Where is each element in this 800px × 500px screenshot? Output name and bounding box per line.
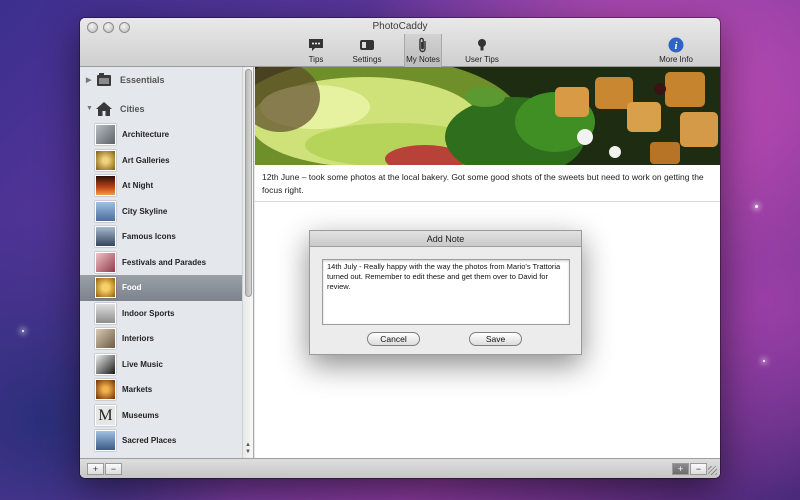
info-icon: i bbox=[668, 37, 684, 53]
interiors-thumbnail bbox=[95, 328, 116, 349]
famous-icons-thumbnail bbox=[95, 226, 116, 247]
add-note-dialog: Add Note 14th July - Really happy with t… bbox=[309, 230, 582, 355]
city-skyline-thumbnail bbox=[95, 200, 116, 222]
disclosure-triangle-collapsed-icon[interactable]: ▶ bbox=[86, 76, 91, 84]
sidebar-item-label: Live Music bbox=[122, 359, 163, 369]
toolbar-tips-label: Tips bbox=[308, 55, 324, 64]
sidebar-item-label: Markets bbox=[122, 385, 153, 394]
sidebar-item-label: Food bbox=[122, 283, 142, 292]
indoor-sports-thumbnail bbox=[95, 302, 116, 324]
title-bar: PhotoCaddy Tips Settings My Notes User T… bbox=[80, 18, 720, 67]
toolbar-my-notes-button[interactable]: My Notes bbox=[404, 34, 442, 67]
save-button[interactable]: Save bbox=[469, 332, 522, 346]
sidebar-item-at-night[interactable]: At Night bbox=[80, 173, 242, 199]
resize-grip-icon[interactable] bbox=[708, 466, 717, 475]
live-music-thumbnail bbox=[95, 353, 116, 375]
disclosure-triangle-expanded-icon[interactable]: ▼ bbox=[86, 105, 93, 112]
paperclip-icon bbox=[419, 37, 426, 53]
food-banner-image bbox=[255, 67, 720, 165]
toolbar-more-info-label: More Info bbox=[659, 55, 693, 64]
sidebar-group-essentials-label: Essentials bbox=[120, 75, 165, 85]
sidebar-item-label: Sacred Places bbox=[122, 436, 177, 445]
wallpaper-star bbox=[22, 330, 24, 332]
window-title: PhotoCaddy bbox=[372, 21, 428, 32]
sidebar-item-food[interactable]: Food bbox=[80, 275, 242, 301]
wallpaper-star bbox=[755, 205, 758, 208]
speech-bubble-icon bbox=[309, 39, 323, 51]
dialog-title: Add Note bbox=[310, 231, 581, 247]
food-thumbnail bbox=[95, 277, 116, 298]
sidebar: ▶ Essentials ▼ Cities Architecture Art G… bbox=[80, 67, 254, 458]
add-note-button[interactable]: + bbox=[672, 463, 689, 475]
sidebar-item-label: Art Galleries bbox=[122, 155, 170, 165]
art-galleries-thumbnail bbox=[95, 149, 116, 171]
sidebar-scrollbar[interactable]: ▲ ▼ bbox=[242, 67, 253, 458]
settings-toggle-icon bbox=[360, 40, 374, 50]
note-divider bbox=[255, 201, 720, 202]
sidebar-item-markets[interactable]: Markets bbox=[80, 377, 242, 403]
architecture-thumbnail bbox=[95, 124, 116, 145]
house-icon bbox=[96, 102, 112, 116]
sidebar-item-label: Interiors bbox=[122, 334, 155, 343]
add-category-button[interactable]: + bbox=[87, 463, 104, 475]
toolbar-user-tips-button[interactable]: User Tips bbox=[464, 34, 500, 67]
sidebar-item-city-skyline[interactable]: City Skyline bbox=[80, 199, 242, 225]
sidebar-item-art-galleries[interactable]: Art Galleries bbox=[80, 148, 242, 174]
sacred-places-thumbnail bbox=[95, 430, 116, 451]
sidebar-item-label: Architecture bbox=[122, 130, 170, 139]
sidebar-item-indoor-sports[interactable]: Indoor Sports bbox=[80, 301, 242, 327]
sidebar-item-label: Festivals and Parades bbox=[122, 257, 207, 267]
note-textarea[interactable]: 14th July - Really happy with the way th… bbox=[322, 259, 570, 325]
sidebar-scroll-thumb[interactable] bbox=[245, 69, 252, 297]
sidebar-item-interiors[interactable]: Interiors bbox=[80, 326, 242, 352]
sidebar-item-festivals-and-parades[interactable]: Festivals and Parades bbox=[80, 250, 242, 276]
museums-thumbnail: M bbox=[95, 404, 116, 426]
sidebar-item-label: Museums bbox=[122, 410, 159, 420]
sidebar-item-architecture[interactable]: Architecture bbox=[80, 122, 242, 148]
saved-note-text: 12th June – took some photos at the loca… bbox=[262, 172, 704, 195]
sidebar-item-label: At Night bbox=[122, 181, 154, 190]
remove-category-button[interactable]: − bbox=[105, 463, 122, 475]
sidebar-group-essentials[interactable]: ▶ Essentials bbox=[80, 69, 242, 91]
festivals-thumbnail bbox=[95, 251, 116, 273]
toolbar-user-tips-label: User Tips bbox=[465, 55, 499, 64]
toolbar-my-notes-label: My Notes bbox=[406, 55, 440, 64]
wallpaper-star bbox=[763, 360, 765, 362]
toolbar-more-info-button[interactable]: i More Info bbox=[658, 34, 694, 67]
toolbar-settings-button[interactable]: Settings bbox=[352, 34, 382, 67]
cancel-button[interactable]: Cancel bbox=[367, 332, 420, 346]
camera-gear-icon bbox=[97, 73, 111, 86]
toolbar-tips-button[interactable]: Tips bbox=[304, 34, 328, 67]
sidebar-item-live-music[interactable]: Live Music bbox=[80, 352, 242, 378]
toolbar-settings-label: Settings bbox=[352, 55, 382, 64]
sidebar-item-museums[interactable]: M Museums bbox=[80, 403, 242, 429]
sidebar-item-famous-icons[interactable]: Famous Icons bbox=[80, 224, 242, 250]
sidebar-item-sacred-places[interactable]: Sacred Places bbox=[80, 428, 242, 454]
markets-thumbnail bbox=[95, 379, 116, 400]
remove-note-button[interactable]: − bbox=[690, 463, 707, 475]
scroll-arrows-icon[interactable]: ▲ ▼ bbox=[245, 442, 251, 456]
lightbulb-icon bbox=[478, 39, 486, 51]
sidebar-item-label: Indoor Sports bbox=[122, 308, 175, 318]
at-night-thumbnail bbox=[95, 175, 116, 196]
sidebar-group-cities-label: Cities bbox=[120, 104, 145, 114]
sidebar-item-label: Famous Icons bbox=[122, 232, 176, 241]
sidebar-item-label: City Skyline bbox=[122, 206, 168, 216]
sidebar-group-cities[interactable]: ▼ Cities bbox=[80, 98, 242, 120]
bottom-bar: + − + − bbox=[80, 458, 720, 478]
